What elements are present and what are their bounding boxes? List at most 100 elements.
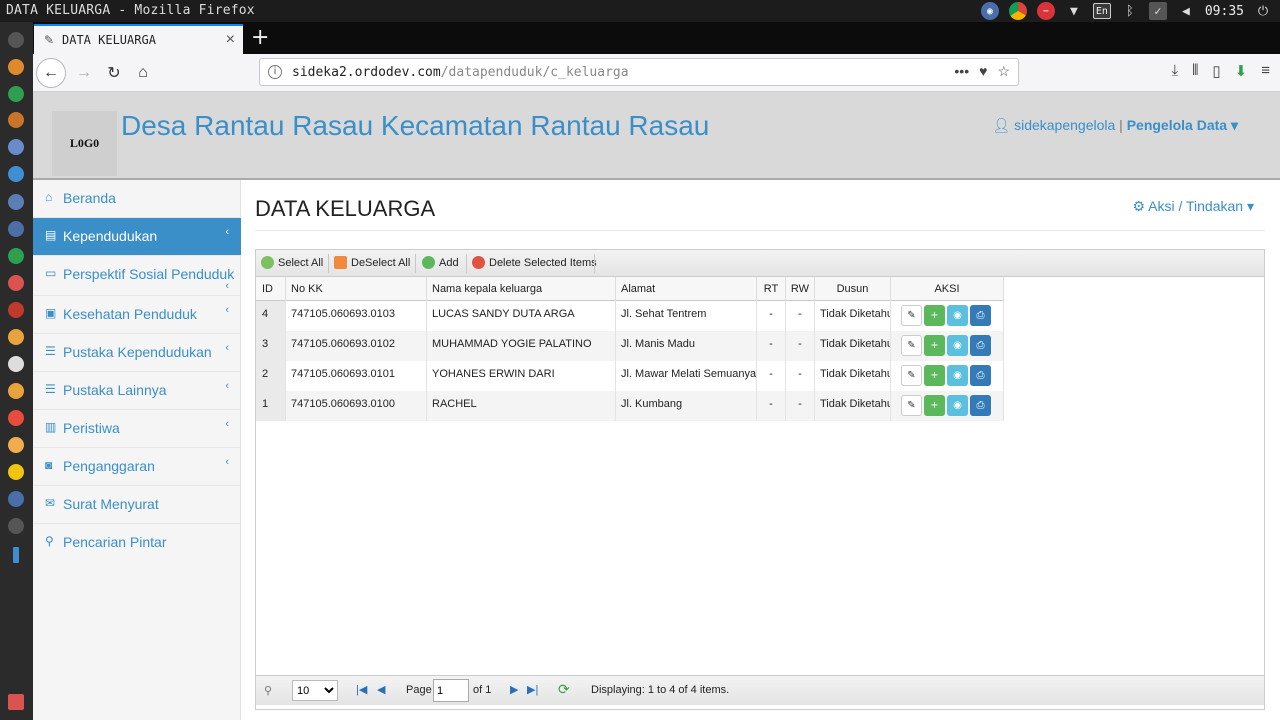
prev-page-icon[interactable]: ◀: [377, 683, 385, 696]
view-button[interactable]: ◉: [947, 335, 968, 356]
menu-icon[interactable]: ≡: [1261, 62, 1270, 80]
launcher-app-icon[interactable]: [8, 194, 24, 210]
site-title[interactable]: Desa Rantau Rasau Kecamatan Rantau Rasau: [121, 110, 709, 142]
launcher-app-icon[interactable]: [8, 275, 24, 291]
launcher-app-icon[interactable]: [8, 86, 24, 102]
clipboard-icon[interactable]: ✓: [1148, 2, 1167, 20]
next-page-icon[interactable]: ▶: [510, 683, 518, 696]
block-tray-icon[interactable]: −: [1036, 2, 1055, 20]
sidebar-item-kependudukan[interactable]: ▤ Kependudukan ‹: [33, 218, 241, 256]
chrome-tray-icon[interactable]: [1008, 2, 1027, 20]
select-all-button[interactable]: Select All: [261, 256, 323, 269]
edit-button[interactable]: ✎: [901, 335, 922, 356]
url-bar[interactable]: i sideka2.ordodev.com/datapenduduk/c_kel…: [259, 58, 1019, 86]
forward-button[interactable]: →: [69, 58, 99, 88]
launcher-app-icon[interactable]: [13, 547, 19, 563]
launcher-app-icon[interactable]: [8, 464, 24, 480]
downloads-icon[interactable]: ⤓: [1171, 62, 1178, 80]
launcher-app-icon[interactable]: [8, 112, 24, 128]
add-button[interactable]: Add: [422, 256, 459, 269]
print-button[interactable]: ⎙: [970, 305, 991, 326]
url-text[interactable]: sideka2.ordodev.com/datapenduduk/c_kelua…: [292, 65, 629, 80]
clock[interactable]: 09:35: [1205, 4, 1244, 19]
close-tab-icon[interactable]: ×: [226, 31, 235, 49]
edit-button[interactable]: ✎: [901, 395, 922, 416]
page-size-select[interactable]: 10: [292, 680, 338, 701]
sidebar-item-kesehatan[interactable]: ▣ Kesehatan Penduduk ‹: [33, 296, 241, 334]
add-member-button[interactable]: +: [924, 365, 945, 386]
edit-button[interactable]: ✎: [901, 365, 922, 386]
table-row[interactable]: 1 747105.060693.0100 RACHEL Jl. Kumbang …: [256, 391, 1004, 421]
print-button[interactable]: ⎙: [970, 365, 991, 386]
first-page-icon[interactable]: |◀: [356, 683, 367, 696]
column-header-nama[interactable]: Nama kepala keluarga: [427, 277, 616, 301]
add-member-button[interactable]: +: [924, 335, 945, 356]
launcher-app-icon[interactable]: [8, 166, 24, 182]
wifi-icon[interactable]: ▼: [1065, 2, 1083, 20]
column-header-id[interactable]: ID: [256, 277, 286, 301]
table-row[interactable]: 3 747105.060693.0102 MUHAMMAD YOGIE PALA…: [256, 331, 1004, 361]
library-icon[interactable]: ⫴: [1192, 62, 1198, 80]
sidebar-item-penganggaran[interactable]: ◙ Penganggaran ‹: [33, 448, 241, 486]
table-row[interactable]: 4 747105.060693.0103 LUCAS SANDY DUTA AR…: [256, 301, 1004, 331]
new-tab-icon[interactable]: +: [251, 25, 269, 50]
launcher-app-icon[interactable]: [8, 248, 24, 264]
volume-icon[interactable]: ◀: [1177, 2, 1195, 20]
view-button[interactable]: ◉: [947, 395, 968, 416]
column-header-rw[interactable]: RW: [786, 277, 815, 301]
column-header-no-kk[interactable]: No KK: [286, 277, 427, 301]
launcher-app-icon[interactable]: [8, 383, 24, 399]
launcher-app-icon[interactable]: [8, 356, 24, 372]
edit-button[interactable]: ✎: [901, 305, 922, 326]
page-actions-icon[interactable]: •••: [954, 63, 969, 80]
sidebar-item-pustaka-lainnya[interactable]: ☰ Pustaka Lainnya ‹: [33, 372, 241, 410]
table-row[interactable]: 2 747105.060693.0101 YOHANES ERWIN DARI …: [256, 361, 1004, 391]
launcher-app-icon[interactable]: [8, 221, 24, 237]
launcher-app-icon[interactable]: [8, 410, 24, 426]
view-button[interactable]: ◉: [947, 365, 968, 386]
last-page-icon[interactable]: ▶|: [527, 683, 538, 696]
site-logo[interactable]: L0G0: [52, 111, 117, 176]
browser-tab[interactable]: ✎ DATA KELUARGA ×: [34, 24, 243, 54]
deselect-all-button[interactable]: DeSelect All: [334, 256, 410, 269]
launcher-app-icon[interactable]: [8, 139, 24, 155]
magnifier-icon[interactable]: ⚲: [264, 684, 272, 697]
sidebar-item-surat-menyurat[interactable]: ✉ Surat Menyurat: [33, 486, 241, 524]
page-number-input[interactable]: [433, 679, 469, 702]
back-button[interactable]: ←: [36, 58, 66, 88]
action-menu-dropdown[interactable]: ⚙ Aksi / Tindakan ▾: [1132, 198, 1254, 215]
print-button[interactable]: ⎙: [970, 335, 991, 356]
launcher-app-icon[interactable]: [8, 59, 24, 75]
bookmark-star-icon[interactable]: ☆: [997, 63, 1010, 80]
launcher-app-icon[interactable]: [8, 302, 24, 318]
trash-icon[interactable]: [8, 694, 24, 710]
launcher-app-icon[interactable]: [8, 491, 24, 507]
sidebar-item-peristiwa[interactable]: ▥ Peristiwa ‹: [33, 410, 241, 448]
column-header-dusun[interactable]: Dusun: [815, 277, 891, 301]
sidebar-item-pustaka-kependudukan[interactable]: ☰ Pustaka Kependudukan ‹: [33, 334, 241, 372]
power-icon[interactable]: ⏻: [1254, 2, 1272, 20]
launcher-app-icon[interactable]: [8, 437, 24, 453]
reload-button[interactable]: ↻: [99, 58, 129, 88]
sidebar-item-pencarian-pintar[interactable]: ⚲ Pencarian Pintar: [33, 524, 241, 562]
refresh-icon[interactable]: ⟳: [558, 681, 570, 698]
launcher-app-icon[interactable]: [8, 329, 24, 345]
sidebar-toggle-icon[interactable]: ▯: [1212, 62, 1220, 80]
launcher-app-icon[interactable]: [8, 518, 24, 534]
sidebar-item-perspektif-sosial[interactable]: ▭ Perspektif Sosial Penduduk ‹: [33, 256, 241, 296]
camera-tray-icon[interactable]: ◉: [980, 2, 999, 20]
home-button[interactable]: ⌂: [128, 58, 158, 88]
column-header-rt[interactable]: RT: [757, 277, 786, 301]
site-info-icon[interactable]: i: [268, 65, 282, 79]
add-member-button[interactable]: +: [924, 305, 945, 326]
user-menu[interactable]: 👤︎ sidekapengelola | Pengelola Data ▾: [992, 117, 1238, 134]
sidebar-item-beranda[interactable]: ⌂ Beranda: [33, 180, 241, 218]
pocket-icon[interactable]: ♥: [979, 63, 987, 80]
delete-selected-button[interactable]: Delete Selected Items: [472, 256, 597, 269]
column-header-alamat[interactable]: Alamat: [616, 277, 757, 301]
launcher-app-icon[interactable]: [8, 32, 24, 48]
view-button[interactable]: ◉: [947, 305, 968, 326]
keyboard-layout-indicator[interactable]: En: [1092, 3, 1111, 19]
extension-icon[interactable]: ⬇: [1235, 62, 1248, 80]
add-member-button[interactable]: +: [924, 395, 945, 416]
